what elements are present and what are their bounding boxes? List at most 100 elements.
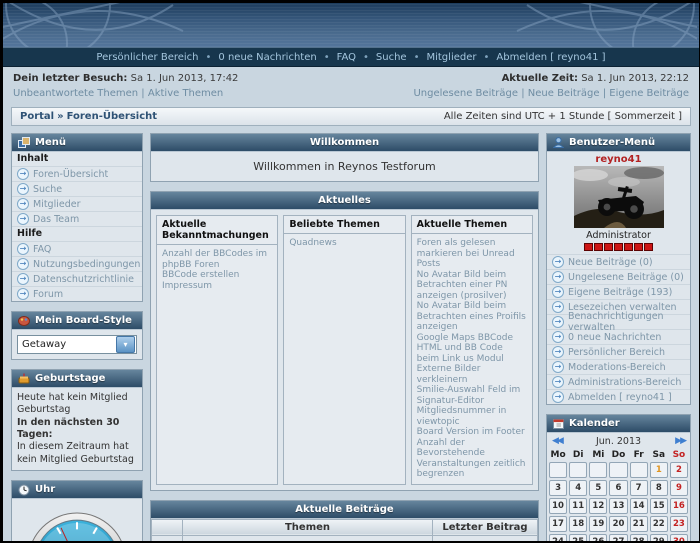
menu-box: Menü Inhalt Foren-Übersicht Suche Mitgli… <box>11 133 143 302</box>
clock-title: Uhr <box>35 484 55 495</box>
menu-title: Menü <box>35 137 66 148</box>
link-new-posts[interactable]: Neue Beiträge <box>528 88 600 99</box>
calendar-day[interactable]: 25 <box>569 534 587 541</box>
calendar-day[interactable]: 9 <box>670 480 688 496</box>
menu-item-terms[interactable]: Nutzungsbedingungen <box>12 257 142 272</box>
calendar-day[interactable]: 6 <box>609 480 627 496</box>
recent-topics-header: Aktuelle Themen <box>412 216 532 234</box>
calendar-prev-button[interactable] <box>552 437 562 446</box>
menu-item-privacy[interactable]: Datenschutzrichtlinie <box>12 272 142 287</box>
breadcrumb-forum-overview[interactable]: Foren-Übersicht <box>67 111 157 122</box>
timezone-note: Alle Zeiten sind UTC + 1 Stunde [ Sommer… <box>444 111 682 122</box>
menu-item-forum[interactable]: Forum <box>12 287 142 301</box>
go-icon <box>17 183 29 195</box>
calendar-day[interactable]: 10 <box>549 498 567 514</box>
calendar-day[interactable]: 12 <box>589 498 607 514</box>
current-time-label: Aktuelle Zeit: <box>502 73 578 84</box>
go-icon <box>17 198 29 210</box>
menu-item-members[interactable]: Mitglieder <box>12 197 142 212</box>
calendar-day[interactable]: 20 <box>609 516 627 532</box>
calendar-day[interactable]: 13 <box>609 498 627 514</box>
nav-new-messages[interactable]: 0 neue Nachrichten <box>218 52 316 63</box>
calendar-next-button[interactable] <box>675 437 685 446</box>
menu-item-team[interactable]: Das Team <box>12 212 142 227</box>
style-select[interactable]: Getaway <box>17 335 137 354</box>
popular-topics-column: Beliebte Themen Quadnews <box>283 215 405 485</box>
nav-search[interactable]: Suche <box>376 52 407 63</box>
calendar-day[interactable]: 21 <box>630 516 648 532</box>
user-link-notifications[interactable]: Benachrichtigungen verwalten <box>547 315 690 330</box>
calendar-day[interactable]: 23 <box>670 516 688 532</box>
menu-icon <box>18 137 30 148</box>
calendar-day[interactable]: 2 <box>670 462 688 478</box>
nav-logout[interactable]: Abmelden [ reyno41 ] <box>496 52 605 63</box>
recent-topic-link[interactable]: Google Maps BBCode <box>417 333 527 344</box>
popular-topic-link[interactable]: Quadnews <box>289 238 399 249</box>
calendar-day[interactable]: 22 <box>650 516 668 532</box>
user-link-own-posts[interactable]: Eigene Beiträge (193) <box>547 285 690 300</box>
username[interactable]: reyno41 <box>547 152 690 166</box>
nav-faq[interactable]: FAQ <box>337 52 356 63</box>
link-unread-posts[interactable]: Ungelesene Beiträge <box>413 88 518 99</box>
recent-topic-link[interactable]: HTML und BB Code beim Link us Modul <box>417 343 527 364</box>
calendar-day[interactable]: 29 <box>650 534 668 541</box>
user-link-personal-area[interactable]: Persönlicher Bereich <box>547 345 690 360</box>
recent-topic-link[interactable]: Board Version im Footer <box>417 427 527 438</box>
calendar-day[interactable]: 14 <box>630 498 648 514</box>
user-link-administration[interactable]: Administrations-Bereich <box>547 375 690 390</box>
user-menu-box: Benutzer-Menü reyno41 <box>546 133 691 405</box>
calendar-day[interactable]: 26 <box>589 534 607 541</box>
go-icon <box>552 271 564 283</box>
recent-posts-box: Aktuelle Beiträge Themen Letzter Beitrag… <box>150 500 539 542</box>
calendar-day[interactable]: 4 <box>569 480 587 496</box>
welcome-message: Willkommen in Reynos Testforum <box>151 152 538 181</box>
announcement-link[interactable]: BBCode erstellen <box>162 270 272 281</box>
recent-topic-link[interactable]: Anzahl der Bevorstehende Veranstaltungen… <box>417 438 527 480</box>
calendar-day[interactable]: 27 <box>609 534 627 541</box>
menu-section-help: Hilfe <box>12 227 142 242</box>
nav-members[interactable]: Mitglieder <box>426 52 476 63</box>
link-unanswered-topics[interactable]: Unbeantwortete Themen <box>13 88 138 99</box>
user-link-moderation[interactable]: Moderations-Bereich <box>547 360 690 375</box>
user-menu-title: Benutzer-Menü <box>569 137 655 148</box>
go-icon <box>17 258 29 270</box>
calendar-day[interactable]: 11 <box>569 498 587 514</box>
user-link-logout[interactable]: Abmelden [ reyno41 ] <box>547 390 690 404</box>
nav-personal-area[interactable]: Persönlicher Bereich <box>96 52 198 63</box>
user-link-new-posts[interactable]: Neue Beiträge (0) <box>547 254 690 270</box>
recent-topic-link[interactable]: Externe Bilder verkleinern <box>417 364 527 385</box>
recent-topic-link[interactable]: Mitgliedsnummer in viewtopic <box>417 406 527 427</box>
calendar-day-today[interactable]: 1 <box>650 462 668 478</box>
recent-topic-link[interactable]: No Avatar Bild beim Betrachten eines Pro… <box>417 301 527 333</box>
recent-topic-link[interactable]: Smilie-Auswahl Feld im Signatur-Editor <box>417 385 527 406</box>
calendar-day <box>569 462 587 478</box>
calendar-icon <box>553 418 564 429</box>
calendar-day[interactable]: 8 <box>650 480 668 496</box>
calendar-day[interactable]: 3 <box>549 480 567 496</box>
user-link-unread-posts[interactable]: Ungelesene Beiträge (0) <box>547 270 690 285</box>
rank-blocks <box>547 241 690 254</box>
link-active-topics[interactable]: Aktive Themen <box>148 88 223 99</box>
calendar-day <box>589 462 607 478</box>
birthdays-box: Geburtstage Heute hat kein Mitglied Gebu… <box>11 369 143 471</box>
recent-topic-link[interactable]: No Avatar Bild beim Betrachten einer PN … <box>417 270 527 302</box>
calendar-day[interactable]: 19 <box>589 516 607 532</box>
breadcrumb-portal[interactable]: Portal <box>20 111 54 122</box>
recent-posts-title: Aktuelle Beiträge <box>295 504 393 515</box>
calendar-day[interactable]: 18 <box>569 516 587 532</box>
calendar-day[interactable]: 30 <box>670 534 688 541</box>
calendar-day[interactable]: 16 <box>670 498 688 514</box>
menu-item-forum-overview[interactable]: Foren-Übersicht <box>12 167 142 182</box>
calendar-day[interactable]: 15 <box>650 498 668 514</box>
menu-item-search[interactable]: Suche <box>12 182 142 197</box>
link-own-posts[interactable]: Eigene Beiträge <box>609 88 689 99</box>
announcement-link[interactable]: Anzahl der BBCodes im phpBB Foren <box>162 249 272 270</box>
calendar-day[interactable]: 7 <box>630 480 648 496</box>
calendar-day[interactable]: 28 <box>630 534 648 541</box>
recent-topic-link[interactable]: Foren als gelesen markieren bei Unread P… <box>417 238 527 270</box>
calendar-day[interactable]: 24 <box>549 534 567 541</box>
calendar-day[interactable]: 17 <box>549 516 567 532</box>
calendar-day[interactable]: 5 <box>589 480 607 496</box>
menu-item-faq[interactable]: FAQ <box>12 242 142 257</box>
announcement-link[interactable]: Impressum <box>162 281 272 292</box>
